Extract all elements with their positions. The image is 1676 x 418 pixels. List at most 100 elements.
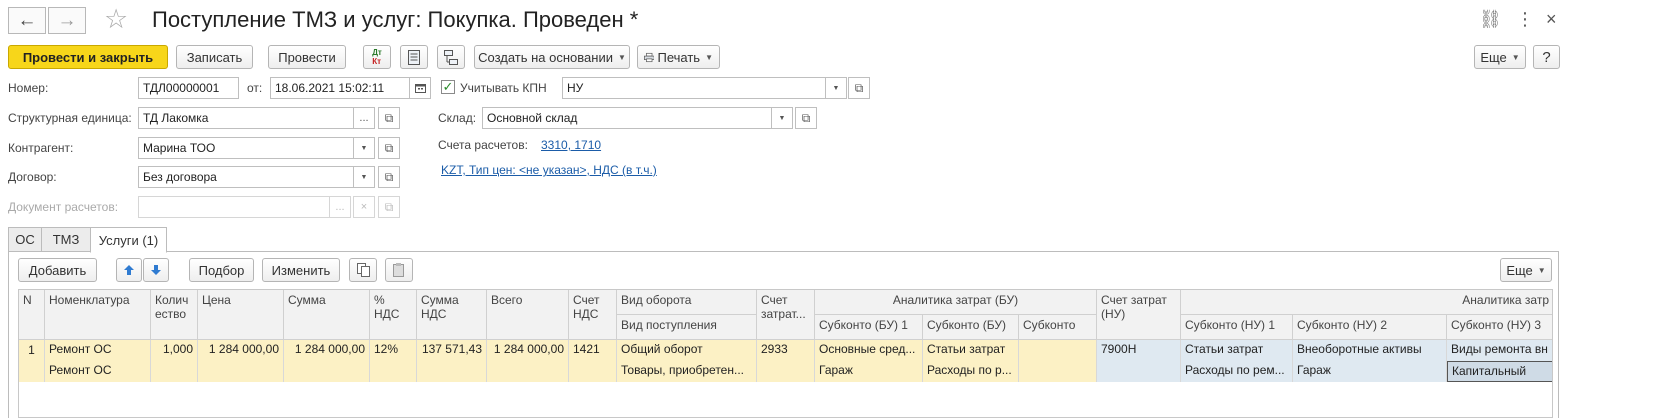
- arrow-up-icon: [124, 265, 134, 275]
- tab-tmz[interactable]: ТМЗ: [41, 227, 91, 252]
- cell-subkonto-nu3-b-selected[interactable]: Капитальный: [1447, 361, 1552, 382]
- contractor-dropdown-button[interactable]: ▼: [353, 137, 375, 159]
- clear-icon: ×: [360, 201, 368, 213]
- table-row-nu[interactable]: 7900Н Статьи затрат Расходы по рем... Вн…: [1097, 340, 1552, 382]
- date-field[interactable]: 18.06.2021 15:02:11: [270, 77, 410, 99]
- dropdown-arrow-icon: ▼: [705, 52, 713, 62]
- warehouse-label: Склад:: [438, 111, 477, 125]
- col-sum-header[interactable]: Сумма: [284, 290, 370, 340]
- calendar-button[interactable]: [409, 77, 431, 99]
- table-row[interactable]: 1 Ремонт ОС Ремонт ОС 1,000 1 284 000,00…: [19, 340, 1097, 382]
- kpn-dropdown-button[interactable]: ▼: [825, 77, 847, 99]
- cell-subkonto-nu1: Статьи затрат: [1181, 340, 1293, 361]
- dropdown-arrow-icon: ▼: [617, 52, 626, 62]
- col-subkonto-nu2-header[interactable]: Субконто (НУ) 2: [1293, 315, 1447, 340]
- move-up-button[interactable]: [116, 258, 142, 282]
- contractor-select[interactable]: Марина ТОО: [138, 137, 354, 159]
- warehouse-select[interactable]: Основной склад: [482, 107, 772, 129]
- open-icon: ⧉: [384, 169, 394, 184]
- contract-select[interactable]: Без договора: [138, 166, 354, 188]
- cell-nomenclature: Ремонт ОС: [45, 340, 151, 361]
- price-settings-link[interactable]: KZT, Тип цен: <не указан>, НДС (в т.ч.): [441, 163, 657, 177]
- cell-subkonto-bu2-b: Расходы по р...: [923, 361, 1019, 382]
- open-icon: ⧉: [854, 80, 864, 95]
- dropdown-arrow-icon: ▼: [1511, 52, 1520, 62]
- warehouse-dropdown-button[interactable]: ▼: [771, 107, 793, 129]
- settlement-doc-field: [138, 196, 330, 218]
- unit-field[interactable]: ТД Лакомка: [138, 107, 354, 129]
- settlement-doc-open-button: ⧉: [378, 196, 400, 218]
- dropdown-arrow-icon: ▼: [778, 114, 786, 122]
- col-vat-pct-header[interactable]: % НДС: [370, 290, 417, 340]
- create-based-on-button[interactable]: Создать на основании ▼: [474, 45, 630, 69]
- move-down-button[interactable]: [143, 258, 169, 282]
- unit-select-button[interactable]: ...: [353, 107, 375, 129]
- forward-button[interactable]: →: [48, 7, 86, 34]
- report-icon: [408, 49, 420, 65]
- col-subkonto-bu3-header[interactable]: Субконто: [1019, 315, 1097, 340]
- kpn-open-button[interactable]: ⧉: [848, 77, 870, 99]
- col-subkonto-bu1-header[interactable]: Субконто (БУ) 1: [815, 315, 923, 340]
- copy-button[interactable]: [349, 258, 377, 282]
- col-subkonto-nu1-header[interactable]: Субконто (НУ) 1: [1181, 315, 1293, 340]
- add-button[interactable]: Добавить: [18, 258, 97, 282]
- structure-button[interactable]: [437, 45, 465, 69]
- col-cost-account-bu-header[interactable]: Счет затрат...: [757, 290, 815, 340]
- post-and-close-button[interactable]: Провести и закрыть: [8, 45, 168, 69]
- number-field[interactable]: ТДЛ00000001: [138, 77, 239, 99]
- save-button[interactable]: Записать: [176, 45, 253, 69]
- col-receipt-type-header[interactable]: Вид поступления: [617, 315, 757, 340]
- tab-os[interactable]: ОС: [8, 227, 42, 252]
- contract-open-button[interactable]: ⧉: [378, 166, 400, 188]
- col-subkonto-bu2-header[interactable]: Субконто (БУ): [923, 315, 1019, 340]
- cell-nomenclature-2: Ремонт ОС: [45, 361, 151, 382]
- post-button[interactable]: Провести: [268, 45, 346, 69]
- col-nomenclature-header[interactable]: Номенклатура: [45, 290, 151, 340]
- col-vat-sum-header[interactable]: Сумма НДС: [417, 290, 487, 340]
- col-price-header[interactable]: Цена: [198, 290, 284, 340]
- col-cost-account-nu-header[interactable]: Счет затрат (НУ): [1097, 290, 1181, 340]
- arrow-right-icon: →: [57, 9, 77, 31]
- col-n-header[interactable]: N: [19, 290, 45, 340]
- printer-icon: [644, 52, 655, 62]
- print-button[interactable]: Печать ▼: [637, 45, 720, 69]
- warehouse-open-button[interactable]: ⧉: [795, 107, 817, 129]
- link-icon[interactable]: ⛓: [1479, 9, 1502, 30]
- close-icon[interactable]: ×: [1546, 9, 1557, 30]
- more-button[interactable]: Еще ▼: [1474, 45, 1526, 69]
- dropdown-arrow-icon: ▼: [832, 84, 840, 92]
- change-button[interactable]: Изменить: [262, 258, 340, 282]
- unit-open-button[interactable]: ⧉: [378, 107, 400, 129]
- accounts-label: Счета расчетов:: [438, 138, 528, 152]
- contractor-label: Контрагент:: [8, 141, 74, 155]
- dt-kt-button[interactable]: Дт Кт: [363, 45, 391, 69]
- pick-button[interactable]: Подбор: [189, 258, 254, 282]
- col-subkonto-nu3-header[interactable]: Субконто (НУ) 3: [1447, 315, 1552, 340]
- open-icon: ⧉: [801, 110, 811, 125]
- cell-vat-pct: 12%: [370, 340, 417, 382]
- cell-price: 1 284 000,00: [198, 340, 284, 382]
- contractor-open-button[interactable]: ⧉: [378, 137, 400, 159]
- kpn-checkbox[interactable]: ✓: [441, 80, 455, 94]
- col-total-header[interactable]: Всего: [487, 290, 569, 340]
- report-button[interactable]: [400, 45, 428, 69]
- col-qty-header[interactable]: Количество: [151, 290, 198, 340]
- cell-subkonto-bu3: [1019, 340, 1097, 382]
- favorite-star-icon[interactable]: ☆: [104, 4, 128, 35]
- col-turnover-type-header[interactable]: Вид оборота: [617, 290, 757, 315]
- tab-services[interactable]: Услуги (1): [90, 227, 167, 253]
- more-options-icon[interactable]: ⋮: [1516, 9, 1534, 30]
- cell-cost-account-bu: 2933: [757, 340, 815, 382]
- cell-qty: 1,000: [151, 340, 198, 382]
- kpn-select[interactable]: НУ: [562, 77, 826, 99]
- structure-icon: [444, 49, 458, 65]
- help-button[interactable]: ?: [1533, 45, 1560, 69]
- contract-dropdown-button[interactable]: ▼: [353, 166, 375, 188]
- back-button[interactable]: ←: [8, 7, 46, 34]
- accounts-link[interactable]: 3310, 1710: [541, 138, 601, 152]
- col-vat-account-header[interactable]: Счет НДС: [569, 290, 617, 340]
- open-icon: ⧉: [384, 110, 394, 125]
- cell-subkonto-nu1-b: Расходы по рем...: [1181, 361, 1293, 382]
- paste-button[interactable]: [385, 258, 413, 282]
- table-more-button[interactable]: Еще ▼: [1500, 258, 1552, 282]
